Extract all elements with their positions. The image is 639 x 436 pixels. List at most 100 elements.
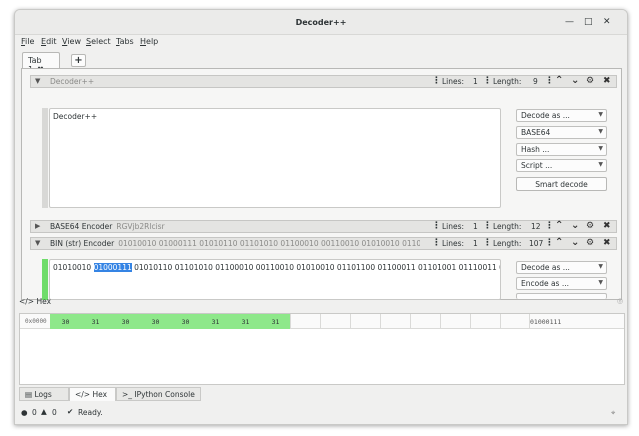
hex-byte[interactable]: 30 xyxy=(110,314,140,329)
separator-icon: ⋮ xyxy=(545,221,554,231)
section-value: 01010010 01000111 01010110 01101010 0110… xyxy=(118,239,420,248)
app-window: Decoder++ — □ ✕ File Edit View Select Ta… xyxy=(14,9,628,425)
close-section-icon[interactable]: ✖ xyxy=(603,221,611,231)
separator-icon: ⋮ xyxy=(483,221,492,231)
settings-gear-icon[interactable]: ⚙ xyxy=(586,221,594,231)
length-count: 12 xyxy=(531,222,541,231)
section-header-base64[interactable]: ▶ BASE64 Encoder RGVjb2Rlcisr ⋮ Lines: 1 … xyxy=(30,220,617,233)
dock-float-icon[interactable]: ◎ xyxy=(617,297,623,305)
collapse-arrow-icon[interactable]: ▼ xyxy=(35,77,40,85)
hex-byte-empty[interactable] xyxy=(500,314,530,329)
hex-byte[interactable]: 31 xyxy=(230,314,260,329)
add-tab-button[interactable]: + xyxy=(71,54,86,67)
hex-view[interactable]: 0x0000 30 31 30 30 30 31 31 31 01000111 xyxy=(19,313,625,385)
settings-gear-icon[interactable]: ⚙ xyxy=(586,238,594,248)
drag-handle-icon[interactable]: ⋮ xyxy=(432,221,441,231)
move-up-icon[interactable]: ⌃ xyxy=(555,75,563,86)
lines-count: 1 xyxy=(473,239,478,248)
close-window-button[interactable]: ✕ xyxy=(603,18,611,27)
move-up-icon[interactable]: ⌃ xyxy=(555,220,563,231)
hex-byte-empty[interactable] xyxy=(410,314,440,329)
hex-byte-empty[interactable] xyxy=(350,314,380,329)
separator-icon: ⋮ xyxy=(545,76,554,86)
lines-count: 1 xyxy=(473,77,478,86)
decode-as-select[interactable]: Decode as ... ▼ xyxy=(516,261,607,274)
close-section-icon[interactable]: ✖ xyxy=(603,76,611,86)
separator-icon: ⋮ xyxy=(483,76,492,86)
script-select[interactable]: Script ... ▼ xyxy=(516,159,607,172)
section-header-bin[interactable]: ▼ BIN (str) Encoder 01010010 01000111 010… xyxy=(30,237,617,250)
hex-byte-empty[interactable] xyxy=(320,314,350,329)
hex-row: 0x0000 30 31 30 30 30 31 31 31 01000111 xyxy=(20,314,624,329)
status-bar: ● 0 ▲ 0 ✔ Ready. ⌖ xyxy=(15,406,627,420)
tab-bar: Tab 1✖ + xyxy=(15,52,627,74)
tab-1[interactable]: Tab 1✖ xyxy=(22,52,60,74)
menu-tabs[interactable]: Tabs xyxy=(116,37,134,46)
lines-count: 1 xyxy=(473,222,478,231)
menu-file[interactable]: File xyxy=(21,37,34,46)
hex-byte-empty[interactable] xyxy=(380,314,410,329)
resize-grip-icon[interactable]: ⌖ xyxy=(611,408,615,418)
menu-edit[interactable]: Edit xyxy=(41,37,57,46)
error-count: 0 xyxy=(32,408,37,417)
hex-byte[interactable]: 30 xyxy=(170,314,200,329)
hex-byte[interactable]: 31 xyxy=(200,314,230,329)
check-icon: ✔ xyxy=(67,407,74,416)
section-name: BIN (str) Encoder 01010010 01000111 01010… xyxy=(50,239,420,248)
encode-as-select[interactable]: Encode as ... ▼ xyxy=(516,277,607,290)
menu-select[interactable]: Select xyxy=(86,37,111,46)
base64-select[interactable]: BASE64 ▼ xyxy=(516,126,607,139)
separator-icon: ⋮ xyxy=(545,238,554,248)
chevron-down-icon: ▼ xyxy=(598,279,603,286)
warning-icon[interactable]: ▲ xyxy=(41,407,47,416)
chevron-down-icon: ▼ xyxy=(598,111,603,118)
tab-ipython-console[interactable]: >_ IPython Console xyxy=(116,387,201,401)
lines-label: Lines: xyxy=(442,239,465,248)
collapse-arrow-icon[interactable]: ▼ xyxy=(35,239,40,247)
move-up-icon[interactable]: ⌃ xyxy=(555,237,563,248)
decode-as-select[interactable]: Decode as ... ▼ xyxy=(516,109,607,122)
minimize-button[interactable]: — xyxy=(565,18,574,27)
settings-gear-icon[interactable]: ⚙ xyxy=(586,76,594,86)
smart-decode-button[interactable]: Smart decode xyxy=(516,177,607,191)
section-value: RGVjb2Rlcisr xyxy=(116,222,165,231)
close-section-icon[interactable]: ✖ xyxy=(603,238,611,248)
length-label: Length: xyxy=(493,239,522,248)
window-title: Decoder++ xyxy=(295,18,347,27)
menu-view[interactable]: View xyxy=(62,37,81,46)
warning-count: 0 xyxy=(52,408,57,417)
chevron-down-icon: ▼ xyxy=(598,128,603,135)
maximize-button[interactable]: □ xyxy=(584,18,593,27)
tab-hex[interactable]: </> Hex xyxy=(69,387,116,401)
status-message: Ready. xyxy=(78,408,103,417)
hex-byte-empty[interactable] xyxy=(440,314,470,329)
section-header-decoder[interactable]: ▼ Decoder++ ⋮ Lines: 1 ⋮ Length: 9 ⋮ ⌃ ⌄… xyxy=(30,75,617,88)
hex-address: 0x0000 xyxy=(25,318,47,325)
drag-handle-icon[interactable]: ⋮ xyxy=(432,76,441,86)
menu-help[interactable]: Help xyxy=(140,37,158,46)
hash-select[interactable]: Hash ... ▼ xyxy=(516,143,607,156)
hex-byte[interactable]: 30 xyxy=(140,314,170,329)
hex-ascii: 01000111 xyxy=(530,318,562,326)
tab-logs[interactable]: ▤ Logs xyxy=(19,387,69,401)
lines-label: Lines: xyxy=(442,77,465,86)
hex-dock-title: </> Hex ◎ xyxy=(15,294,627,310)
error-icon[interactable]: ● xyxy=(21,408,28,417)
move-down-icon[interactable]: ⌄ xyxy=(571,75,579,86)
expand-arrow-icon[interactable]: ▶ xyxy=(35,222,40,230)
hex-byte[interactable]: 31 xyxy=(260,314,290,329)
title-bar: Decoder++ — □ ✕ xyxy=(15,10,627,35)
bottom-dock-tabs: ▤ Logs </> Hex >_ IPython Console xyxy=(15,387,627,401)
hex-byte-empty[interactable] xyxy=(470,314,500,329)
length-label: Length: xyxy=(493,77,522,86)
hex-byte[interactable]: 31 xyxy=(80,314,110,329)
move-down-icon[interactable]: ⌄ xyxy=(571,237,579,248)
hex-byte[interactable]: 30 xyxy=(50,314,80,329)
text-selection: 01000111 xyxy=(93,263,132,272)
move-down-icon[interactable]: ⌄ xyxy=(571,220,579,231)
section-name: BASE64 Encoder RGVjb2Rlcisr xyxy=(50,222,165,231)
hex-byte-empty[interactable] xyxy=(290,314,320,329)
length-count: 107 xyxy=(529,239,544,248)
decoder-input-textarea[interactable]: Decoder++ xyxy=(49,108,501,208)
drag-handle-icon[interactable]: ⋮ xyxy=(432,238,441,248)
